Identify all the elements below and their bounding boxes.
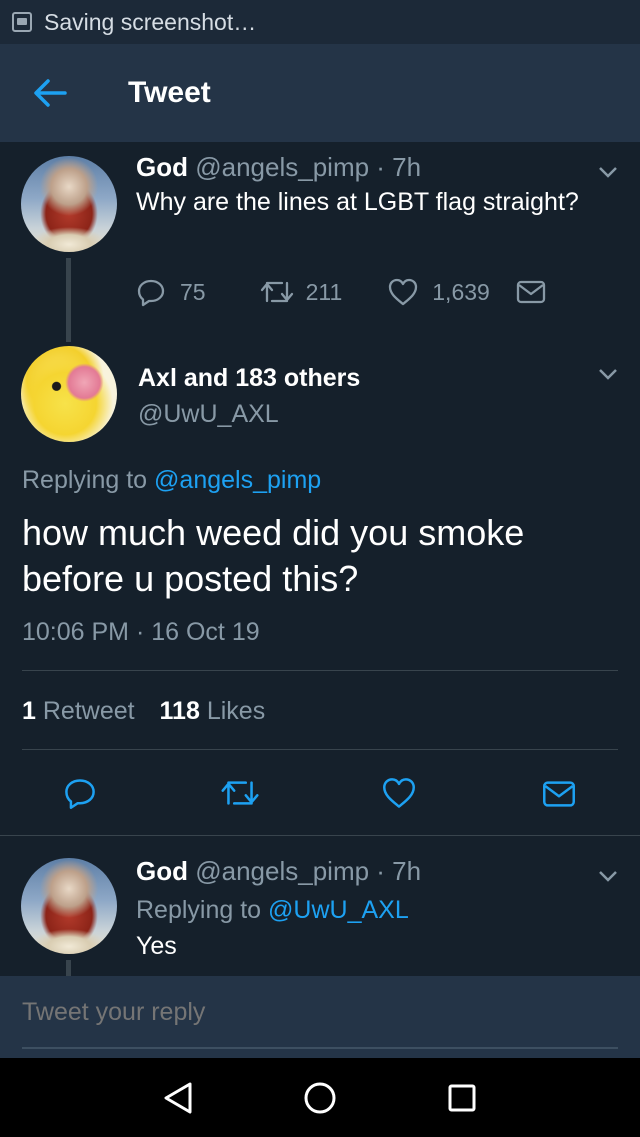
tweet-stats: 1 Retweet 118 Likes xyxy=(22,697,265,726)
arrow-left-icon xyxy=(34,79,67,107)
heart-icon xyxy=(389,278,418,306)
share-button[interactable] xyxy=(516,280,546,304)
tweet-header: God @angels_pimp · 7h xyxy=(136,856,421,887)
circle-home-icon xyxy=(304,1082,336,1114)
reply-button[interactable]: 75 xyxy=(136,277,206,307)
tweet-header: God @angels_pimp · 7h xyxy=(136,152,421,183)
back-nav-button[interactable] xyxy=(158,1078,198,1118)
reply-icon[interactable] xyxy=(63,776,97,810)
heart-icon[interactable] xyxy=(382,777,416,809)
home-nav-button[interactable] xyxy=(300,1078,340,1118)
avatar[interactable] xyxy=(21,346,117,442)
replying-to-label: Replying to xyxy=(22,466,148,494)
tweet-text-line: before u posted this? xyxy=(22,558,359,599)
replying-to: Replying to @UwU_AXL xyxy=(136,896,409,925)
avatar[interactable] xyxy=(21,858,117,954)
author-handle[interactable]: @angels_pimp xyxy=(195,152,369,182)
likes-stat[interactable]: 118 Likes xyxy=(160,697,266,725)
recents-nav-button[interactable] xyxy=(442,1078,482,1118)
envelope-icon[interactable] xyxy=(542,780,576,808)
divider xyxy=(22,749,618,750)
author-name[interactable]: God xyxy=(136,152,188,182)
reply-input[interactable] xyxy=(22,998,618,1027)
main-tweet-actions xyxy=(0,774,640,814)
square-recents-icon xyxy=(448,1084,476,1112)
system-navigation-bar xyxy=(0,1058,640,1137)
retweet-stat[interactable]: 1 Retweet xyxy=(22,697,142,725)
like-button[interactable]: 1,639 xyxy=(388,278,490,306)
like-count: 1,639 xyxy=(432,278,490,305)
chevron-down-icon[interactable] xyxy=(598,367,618,381)
reply-tweet[interactable]: God @angels_pimp · 7h Replying to @UwU_A… xyxy=(0,836,640,976)
replying-to-label: Replying to xyxy=(136,896,262,924)
tweet-time: · 7h xyxy=(376,152,422,182)
app-bar: Tweet xyxy=(0,44,640,142)
likes-stat-label: Likes xyxy=(206,697,266,725)
retweet-count: 211 xyxy=(305,278,343,305)
reply-icon xyxy=(137,279,165,307)
tweet-actions: 75 211 1,639 xyxy=(136,276,546,308)
author-name[interactable]: God xyxy=(136,856,188,886)
parent-tweet[interactable]: God @angels_pimp · 7h Why are the lines … xyxy=(0,142,640,342)
tweet-text: Why are the lines at LGBT flag straight? xyxy=(136,188,579,216)
divider xyxy=(22,670,618,671)
replying-to-link[interactable]: @angels_pimp xyxy=(154,466,321,494)
retweet-stat-count: 1 xyxy=(22,697,36,725)
likes-stat-count: 118 xyxy=(159,697,200,725)
reply-composer xyxy=(0,976,640,1058)
envelope-icon xyxy=(516,280,545,304)
status-text: Saving screenshot… xyxy=(44,8,257,35)
triangle-back-icon xyxy=(164,1082,192,1114)
retweet-stat-label: Retweet xyxy=(42,697,135,725)
status-bar: Saving screenshot… xyxy=(0,0,640,44)
retweet-icon[interactable] xyxy=(220,778,260,808)
author-handle[interactable]: @angels_pimp xyxy=(195,856,369,886)
main-tweet: Axl and 183 others @UwU_AXL Replying to … xyxy=(0,342,640,836)
reply-count: 75 xyxy=(180,278,206,305)
tweet-timestamp: 10:06 PM · 16 Oct 19 xyxy=(22,618,260,646)
chevron-down-icon[interactable] xyxy=(598,869,618,883)
screenshot-icon xyxy=(12,12,32,32)
tweet-time: · 7h xyxy=(376,856,422,886)
replying-to: Replying to @angels_pimp xyxy=(22,466,321,495)
page-title: Tweet xyxy=(128,76,211,109)
thread-line xyxy=(66,258,71,342)
author-name[interactable]: Axl and 183 others xyxy=(138,364,360,393)
author-handle[interactable]: @UwU_AXL xyxy=(138,400,279,429)
tweet-text: Yes xyxy=(136,932,177,960)
chevron-down-icon[interactable] xyxy=(598,165,618,179)
reply-input-underline xyxy=(22,1047,618,1049)
replying-to-link[interactable]: @UwU_AXL xyxy=(268,896,409,924)
thread-line xyxy=(66,960,71,976)
retweet-button[interactable]: 211 xyxy=(260,278,343,306)
retweet-icon xyxy=(260,281,293,303)
tweet-text-line: how much weed did you smoke xyxy=(22,512,525,553)
tweet-text: how much weed did you smoke before u pos… xyxy=(22,510,524,602)
avatar[interactable] xyxy=(21,156,117,252)
back-button[interactable] xyxy=(0,44,100,142)
